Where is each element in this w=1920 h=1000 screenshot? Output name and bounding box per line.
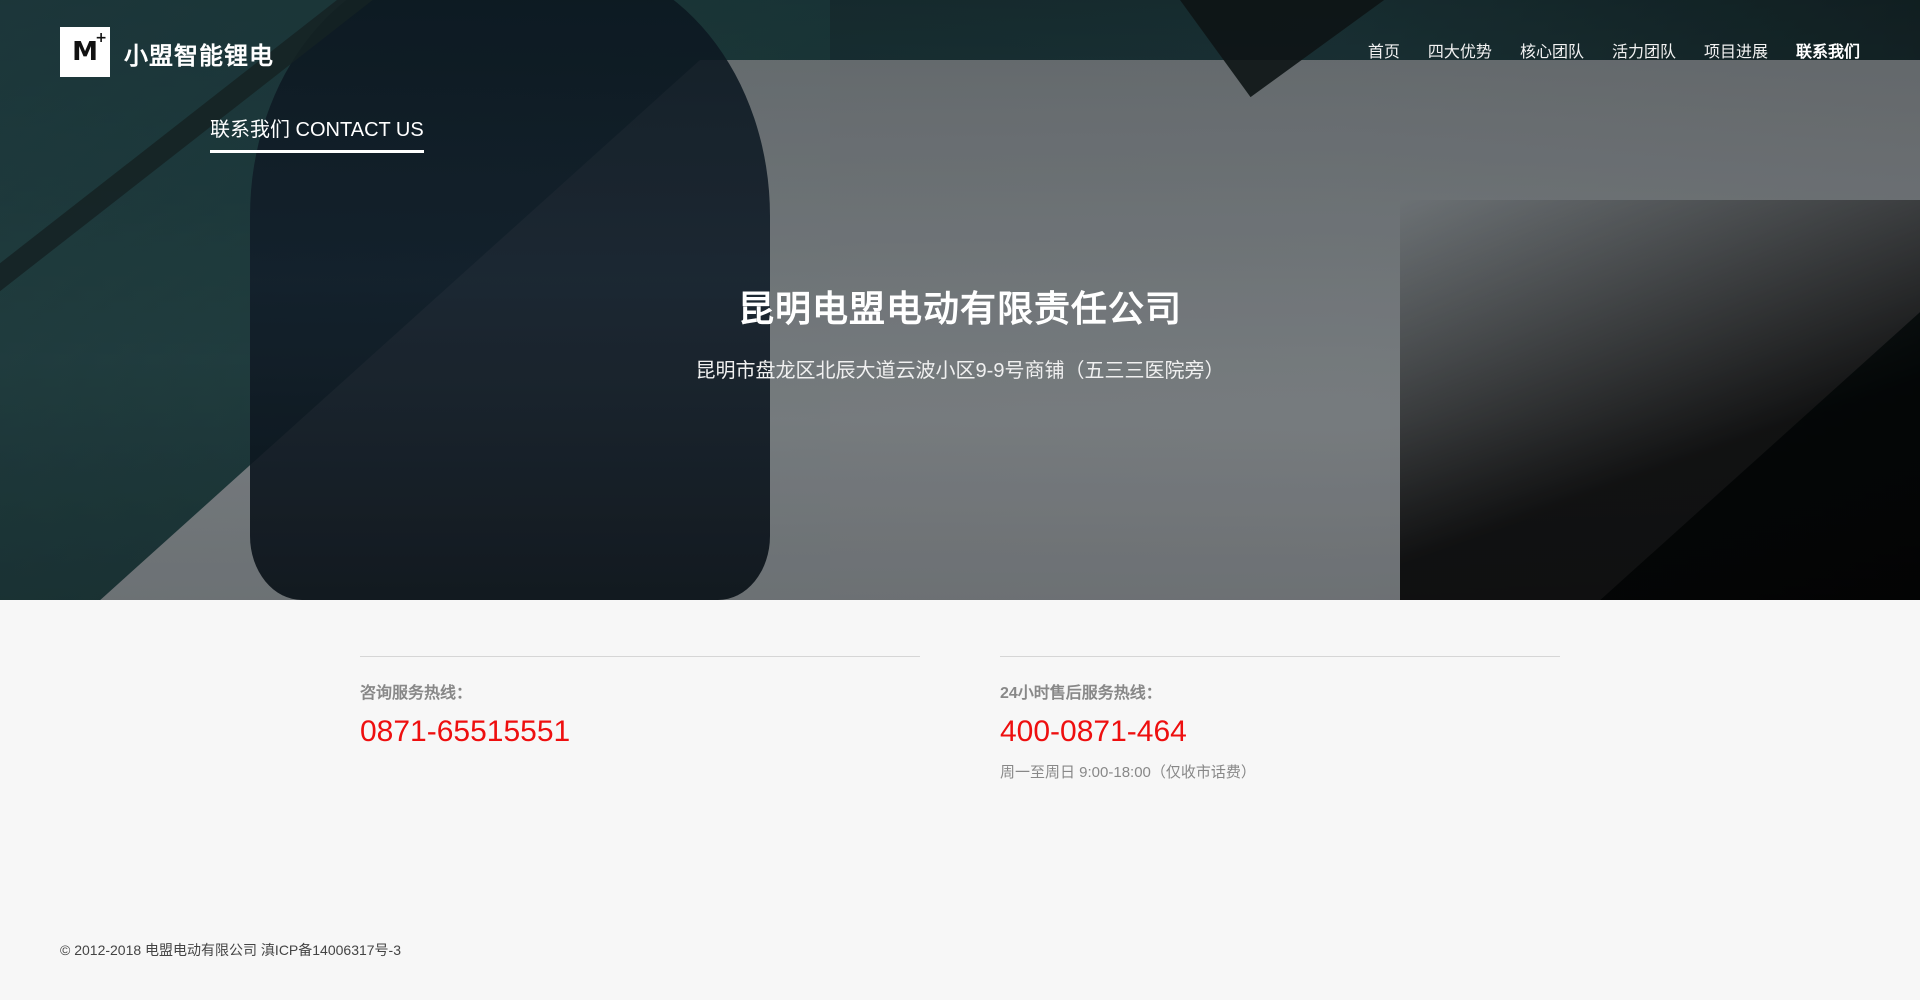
- company-address: 昆明市盘龙区北辰大道云波小区9-9号商铺（五三三医院旁）: [695, 360, 1225, 382]
- aftersales-hotline-label: 24小时售后服务热线：: [1000, 685, 1162, 702]
- consult-hotline-block: 咨询服务热线： 0871-65515551: [360, 656, 920, 749]
- brand-name[interactable]: 小盟智能锂电: [124, 36, 274, 71]
- consult-hotline-label: 咨询服务热线：: [360, 685, 473, 702]
- nav-item-vitality-team[interactable]: 活力团队: [1612, 38, 1676, 62]
- aftersales-hotline-phone[interactable]: 400-0871-464: [1000, 715, 1560, 749]
- consult-hotline-phone[interactable]: 0871-65515551: [360, 715, 920, 749]
- logo[interactable]: M +: [60, 27, 110, 77]
- aftersales-hours: 周一至周日 9:00-18:00（仅收市话费）: [1000, 764, 1256, 781]
- nav-item-core-team[interactable]: 核心团队: [1520, 38, 1584, 62]
- nav-item-contact[interactable]: 联系我们: [1796, 38, 1860, 62]
- nav-item-advantages[interactable]: 四大优势: [1428, 38, 1492, 62]
- nav-item-progress[interactable]: 项目进展: [1704, 38, 1768, 62]
- footer-copyright: © 2012-2018 电盟电动有限公司 滇ICP备14006317号-3: [60, 942, 402, 958]
- hero-banner: M + 小盟智能锂电 首页 四大优势 核心团队 活力团队 项目进展 联系我们 联系…: [0, 0, 1920, 600]
- logo-mark: M +: [72, 30, 107, 67]
- company-name: 昆明电盟电动有限责任公司: [737, 288, 1182, 329]
- aftersales-hotline-block: 24小时售后服务热线： 400-0871-464 周一至周日 9:00-18:0…: [1000, 656, 1560, 782]
- section-title: 联系我们 CONTACT US: [210, 113, 424, 153]
- nav-item-home[interactable]: 首页: [1368, 38, 1400, 62]
- main-nav: 首页 四大优势 核心团队 活力团队 项目进展 联系我们: [1368, 38, 1860, 62]
